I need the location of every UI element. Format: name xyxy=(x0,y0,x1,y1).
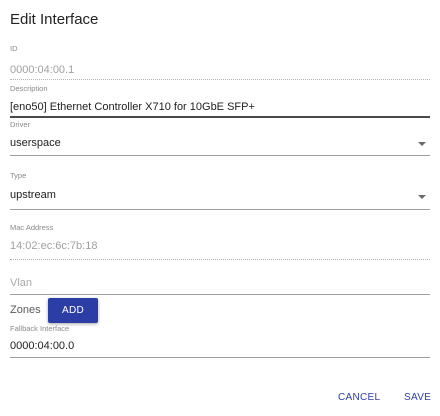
description-underline xyxy=(10,116,430,118)
driver-label: Driver xyxy=(10,120,30,129)
zones-label: Zones xyxy=(10,304,41,316)
fallback-interface-underline xyxy=(10,357,430,358)
description-input[interactable]: [eno50] Ethernet Controller X710 for 10G… xyxy=(10,101,255,113)
fallback-interface-input[interactable]: 0000:04:00.0 xyxy=(10,340,74,352)
caret-down-icon[interactable] xyxy=(418,142,426,146)
save-button[interactable]: SAVE xyxy=(404,392,431,403)
fallback-interface-field[interactable]: Fallback Interface 0000:04:00.0 xyxy=(10,324,430,360)
id-value: 0000:04:00.1 xyxy=(10,64,75,76)
description-field[interactable]: Description [eno50] Ethernet Controller … xyxy=(10,84,430,118)
type-value[interactable]: upstream xyxy=(10,189,56,201)
type-underline xyxy=(10,209,430,210)
cancel-button[interactable]: CANCEL xyxy=(338,392,380,403)
caret-down-icon[interactable] xyxy=(418,195,426,199)
edit-interface-dialog: Edit Interface ID 0000:04:00.1 Descripti… xyxy=(0,0,440,416)
add-zone-button[interactable]: ADD xyxy=(48,298,98,323)
vlan-input[interactable]: Vlan xyxy=(10,277,32,289)
fallback-interface-label: Fallback Interface xyxy=(10,324,70,333)
mac-address-underline xyxy=(10,259,430,260)
description-label: Description xyxy=(10,84,48,93)
vlan-underline xyxy=(10,294,430,295)
vlan-field[interactable]: Vlan xyxy=(10,276,430,296)
driver-value[interactable]: userspace xyxy=(10,137,61,149)
mac-address-value: 14:02:ec:6c:7b:18 xyxy=(10,240,98,252)
driver-underline xyxy=(10,155,430,156)
dialog-title: Edit Interface xyxy=(10,11,99,28)
mac-address-field: Mac Address 14:02:ec:6c:7b:18 xyxy=(10,223,430,261)
type-select[interactable]: Type upstream xyxy=(10,171,430,211)
id-label: ID xyxy=(10,44,18,53)
type-label: Type xyxy=(10,171,27,180)
id-underline xyxy=(10,79,430,80)
id-field: ID 0000:04:00.1 xyxy=(10,44,430,80)
driver-select[interactable]: Driver userspace xyxy=(10,120,430,156)
mac-address-label: Mac Address xyxy=(10,223,54,232)
